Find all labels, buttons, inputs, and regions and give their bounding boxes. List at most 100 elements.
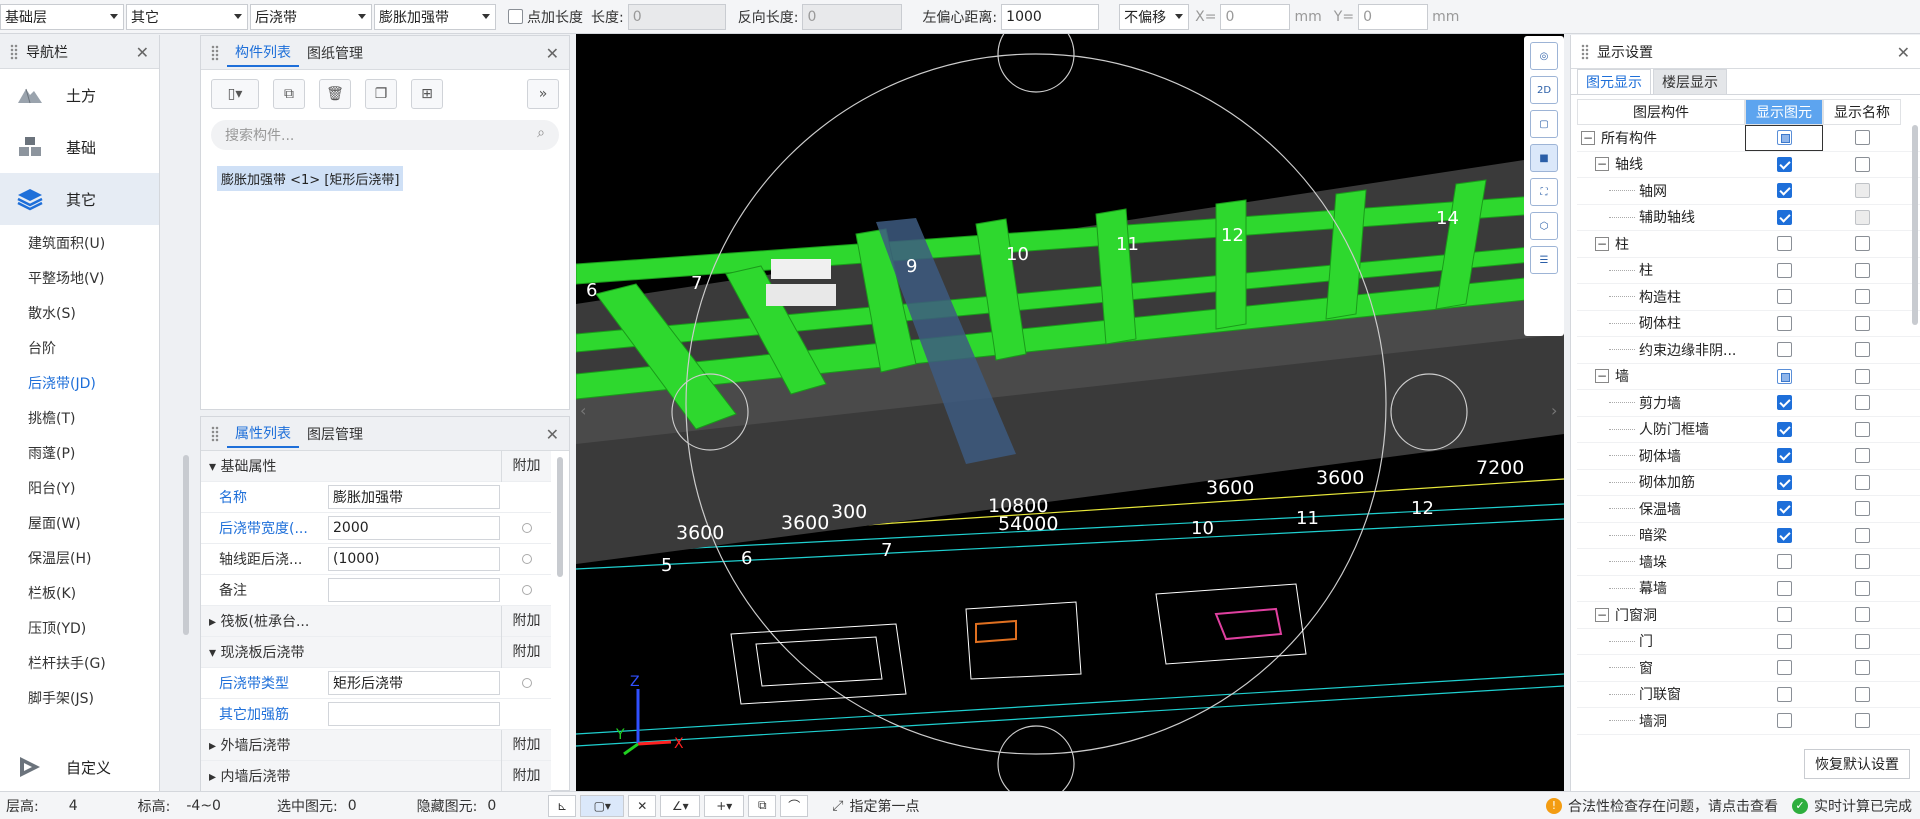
show-element-checkbox[interactable] [1776, 554, 1792, 570]
component-item[interactable]: 膨胀加强带 <1> [矩形后浇带] [217, 166, 404, 191]
attach-checkbox[interactable] [522, 523, 532, 533]
tab-component-list[interactable]: 构件列表 [227, 39, 299, 67]
new-component-button[interactable]: ▯▾ [211, 79, 259, 109]
prop-value-input[interactable]: 矩形后浇带 [328, 671, 500, 695]
group-inner-wall[interactable]: ▸ 内墙后浇带 附加 [201, 760, 551, 792]
group-outer-wall[interactable]: ▸ 外墙后浇带 附加 [201, 729, 551, 761]
collapse-toggle-icon[interactable]: − [1595, 157, 1609, 172]
display-settings-button[interactable]: ☰ [1530, 246, 1558, 274]
show-name-checkbox[interactable] [1854, 713, 1870, 729]
snap-button[interactable]: ▢▾ [580, 794, 625, 817]
drag-handle-icon[interactable] [10, 43, 18, 60]
show-element-checkbox[interactable] [1776, 633, 1792, 649]
show-element-checkbox[interactable] [1776, 130, 1792, 146]
show-element-checkbox[interactable] [1776, 156, 1792, 172]
show-element-checkbox[interactable] [1776, 342, 1792, 358]
nav-sub-item[interactable]: 屋面(W) [0, 505, 159, 540]
nav-sub-item[interactable]: 栏板(K) [0, 575, 159, 610]
nav-sub-item[interactable]: 栏杆扶手(G) [0, 645, 159, 680]
show-name-checkbox[interactable] [1854, 262, 1870, 278]
nav-sub-item[interactable]: 雨蓬(P) [0, 435, 159, 470]
x-input[interactable]: 0 [1220, 3, 1291, 30]
nav-sub-item[interactable]: 散水(S) [0, 295, 159, 330]
reverse-length-input[interactable]: 0 [802, 3, 903, 30]
show-name-checkbox[interactable] [1854, 633, 1870, 649]
nav-item-custom[interactable]: 自定义 [0, 742, 160, 792]
display-scroll-thumb[interactable] [1912, 125, 1918, 325]
3d-viewport[interactable]: 5 6 7 10 11 12 6 7 9 10 11 12 14 3600 36… [576, 34, 1564, 791]
prop-value-input[interactable]: 2000 [328, 516, 500, 540]
nav-sub-item[interactable]: 挑檐(T) [0, 400, 159, 435]
show-element-checkbox[interactable] [1776, 580, 1792, 596]
show-element-checkbox[interactable] [1776, 686, 1792, 702]
tab-drawing-management[interactable]: 图纸管理 [299, 40, 371, 66]
nav-sub-item[interactable]: 后浇带(JD) [0, 365, 159, 400]
show-name-checkbox[interactable] [1854, 580, 1870, 596]
offset-mode-select[interactable]: 不偏移 [1119, 3, 1190, 30]
col-show-name[interactable]: 显示名称 [1823, 99, 1901, 125]
show-element-checkbox[interactable] [1776, 315, 1792, 331]
show-name-checkbox[interactable] [1854, 209, 1870, 225]
show-name-checkbox[interactable] [1854, 554, 1870, 570]
more-button[interactable]: » [527, 79, 559, 109]
show-name-checkbox[interactable] [1854, 660, 1870, 676]
show-name-checkbox[interactable] [1854, 421, 1870, 437]
show-element-checkbox[interactable] [1776, 607, 1792, 623]
show-name-checkbox[interactable] [1854, 607, 1870, 623]
show-element-checkbox[interactable] [1776, 713, 1792, 729]
attach-checkbox[interactable] [522, 678, 532, 688]
drag-handle-icon[interactable] [1581, 43, 1589, 60]
copy-layer-button[interactable]: ❐ [365, 79, 397, 109]
collapse-toggle-icon[interactable]: − [1595, 607, 1609, 622]
show-name-checkbox[interactable] [1854, 368, 1870, 384]
nav-sub-item[interactable]: 阳台(Y) [0, 470, 159, 505]
show-element-checkbox[interactable] [1776, 236, 1792, 252]
drag-handle-icon[interactable] [211, 44, 219, 61]
nav-scroll-thumb[interactable] [183, 455, 189, 635]
attach-checkbox[interactable] [522, 585, 532, 595]
close-icon[interactable]: ✕ [1897, 43, 1910, 62]
tab-layer-management[interactable]: 图层管理 [299, 421, 371, 447]
nav-sub-item[interactable]: 保温层(H) [0, 540, 159, 575]
arc-button[interactable]: ⌒ [780, 794, 809, 817]
show-element-checkbox[interactable] [1776, 395, 1792, 411]
y-input[interactable]: 0 [1358, 3, 1429, 30]
copy-button[interactable]: ⧉ [273, 79, 305, 109]
ortho-button[interactable]: ⊾ [548, 794, 577, 817]
show-name-checkbox[interactable] [1854, 448, 1870, 464]
tab-property-list[interactable]: 属性列表 [227, 420, 299, 448]
fit-view-button[interactable]: ⛶ [1530, 178, 1558, 206]
close-icon[interactable]: ✕ [136, 43, 149, 62]
show-name-checkbox[interactable] [1854, 527, 1870, 543]
nav-item-foundation[interactable]: 基础 [0, 121, 159, 173]
floor-select[interactable]: 基础层 [0, 3, 124, 30]
show-element-checkbox[interactable] [1776, 183, 1792, 199]
show-element-checkbox[interactable] [1776, 448, 1792, 464]
left-offset-input[interactable]: 1000 [1001, 3, 1100, 30]
nav-sub-item[interactable]: 脚手架(JS) [0, 680, 159, 715]
nav-sub-item[interactable]: 建筑面积(U) [0, 225, 159, 260]
component-search-input[interactable]: 搜索构件... ⌕ [211, 120, 559, 150]
group-raft[interactable]: ▸ 筏板(桩承台... 附加 [201, 605, 551, 637]
category-select[interactable]: 其它 [126, 3, 248, 30]
show-element-checkbox[interactable] [1776, 421, 1792, 437]
angle-button[interactable]: ∠▾ [660, 794, 701, 817]
nav-item-other[interactable]: 其它 [0, 173, 159, 225]
show-name-checkbox[interactable] [1854, 130, 1870, 146]
show-element-checkbox[interactable] [1776, 289, 1792, 305]
attach-checkbox[interactable] [522, 554, 532, 564]
show-name-checkbox[interactable] [1854, 289, 1870, 305]
local-3d-button[interactable]: ⬡ [1530, 212, 1558, 240]
prop-value-input[interactable] [328, 702, 500, 726]
cross-button[interactable]: ✕ [628, 794, 657, 817]
show-element-checkbox[interactable] [1776, 474, 1792, 490]
component-type-select[interactable]: 后浇带 [250, 3, 372, 30]
group-basic-props[interactable]: ▾ 基础属性 附加 [201, 450, 551, 482]
show-element-checkbox[interactable] [1776, 209, 1792, 225]
close-icon[interactable]: ✕ [546, 44, 559, 63]
show-element-checkbox[interactable] [1776, 262, 1792, 278]
restore-default-button[interactable]: 恢复默认设置 [1804, 749, 1910, 779]
collapse-toggle-icon[interactable]: − [1581, 130, 1595, 145]
show-name-checkbox[interactable] [1854, 315, 1870, 331]
component-select[interactable]: 膨胀加强带 [374, 3, 496, 30]
